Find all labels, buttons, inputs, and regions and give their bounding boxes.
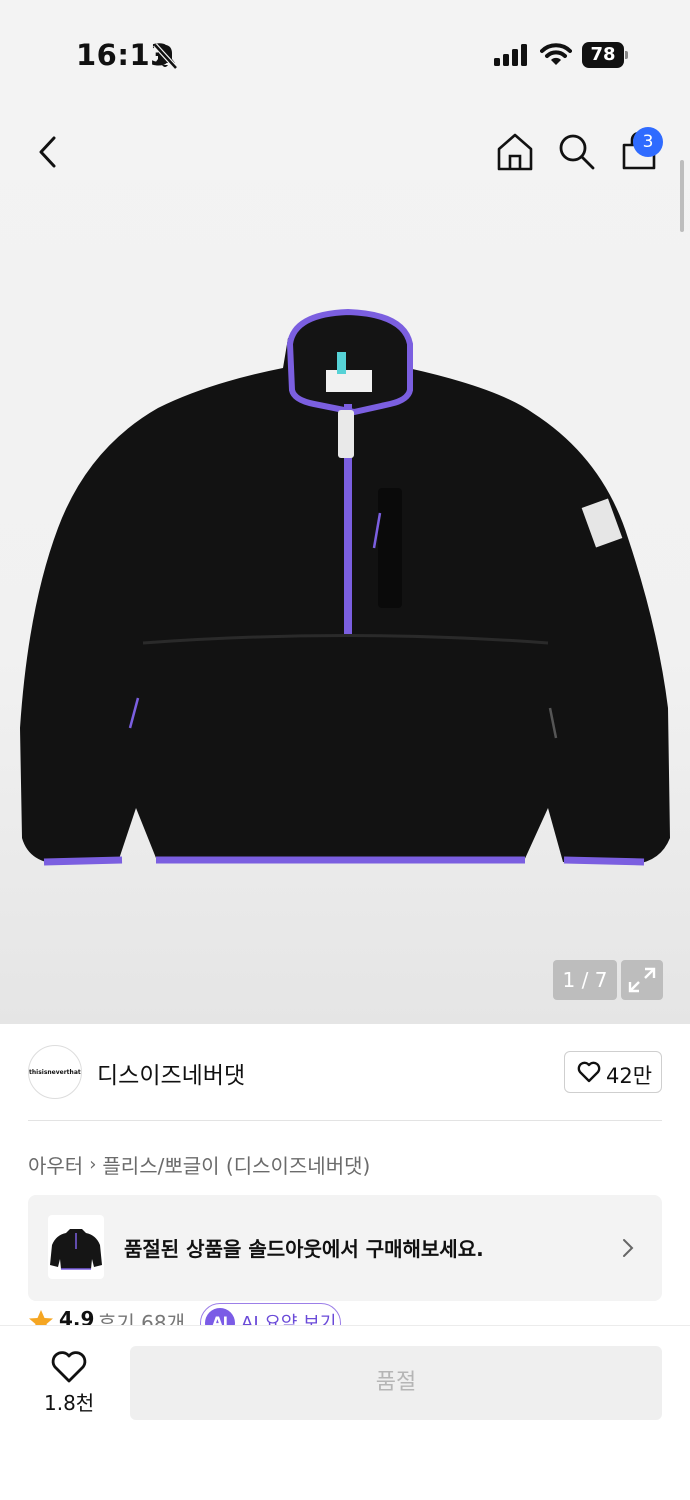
heart-icon (577, 1061, 601, 1087)
buy-button[interactable]: 품절 (130, 1346, 662, 1420)
breadcrumb-subcategory[interactable]: 플리스/뽀글이 (디스이즈네버댓) (102, 1150, 370, 1179)
scrollbar-thumb (680, 160, 684, 232)
expand-icon[interactable] (621, 960, 663, 1000)
ai-badge-icon: AI (205, 1308, 235, 1325)
soldout-product-thumbnail (48, 1215, 104, 1279)
wishlist-count: 1.8천 (44, 1391, 95, 1415)
divider (28, 1120, 662, 1121)
status-bar: 16:13 78 (0, 0, 690, 110)
brand-like-count: 42만 (606, 1064, 653, 1088)
soldout-banner[interactable]: 품절된 상품을 솔드아웃에서 구매해보세요. (28, 1195, 662, 1301)
battery-indicator: 78 (582, 42, 628, 68)
ai-summary-button[interactable]: AI AI 요약 보기 (200, 1303, 341, 1325)
bell-muted-icon (152, 42, 178, 74)
breadcrumb-category[interactable]: 아우터 (28, 1150, 83, 1179)
search-icon[interactable] (558, 132, 596, 176)
brand-logo[interactable]: thisisneverthat® (28, 1045, 82, 1099)
battery-cap (625, 51, 628, 59)
wifi-icon (540, 42, 572, 70)
product-image[interactable] (18, 308, 672, 878)
rating-score: 4.9 (59, 1307, 95, 1325)
gallery-page-indicator: 1 / 7 (553, 960, 617, 1000)
brand-like-button[interactable]: 42만 (564, 1051, 662, 1093)
soldout-banner-text: 품절된 상품을 솔드아웃에서 구매해보세요. (124, 1237, 484, 1261)
wishlist-heart-icon[interactable] (51, 1350, 87, 1388)
cellular-signal-icon (494, 44, 530, 70)
cart-count-badge: 3 (633, 127, 663, 157)
review-count[interactable]: 후기 68개 (98, 1307, 185, 1325)
ai-summary-label: AI 요약 보기 (241, 1313, 337, 1325)
battery-level: 78 (582, 42, 624, 68)
brand-name[interactable]: 디스이즈네버댓 (97, 1056, 245, 1090)
home-icon[interactable] (496, 132, 534, 176)
breadcrumb: 아우터 › 플리스/뽀글이 (디스이즈네버댓) (28, 1150, 370, 1179)
rating-row[interactable]: 4.9 후기 68개 AI AI 요약 보기 (28, 1303, 662, 1325)
chevron-right-icon: › (89, 1154, 97, 1175)
star-icon (28, 1309, 54, 1325)
back-icon[interactable] (34, 132, 64, 172)
chevron-right-icon (621, 1237, 635, 1263)
